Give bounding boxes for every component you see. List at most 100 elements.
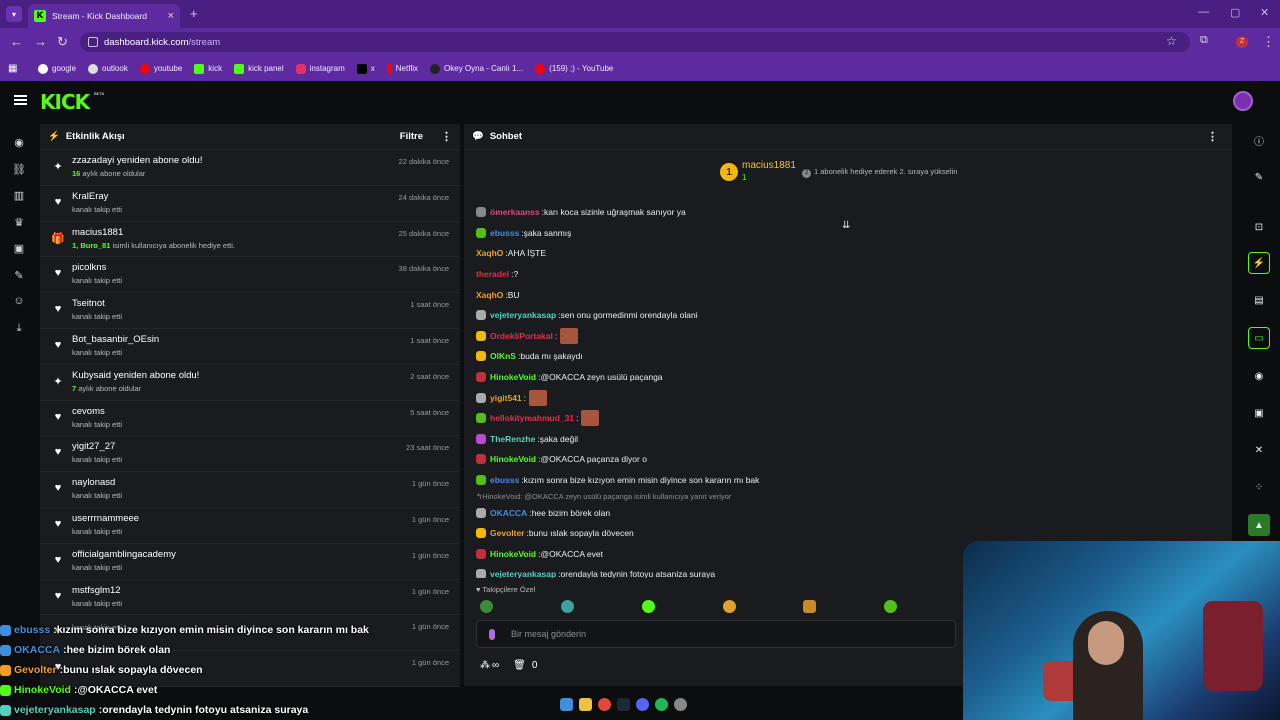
- forward-icon[interactable]: →: [34, 34, 47, 49]
- analytics-icon[interactable]: ▥: [12, 189, 26, 202]
- chat-username[interactable]: theradel: [476, 269, 509, 279]
- chat-username[interactable]: OlKnS: [490, 351, 516, 361]
- chat-username[interactable]: yigit541: [490, 393, 522, 403]
- menu-icon[interactable]: [14, 95, 27, 105]
- discord-icon[interactable]: [636, 697, 649, 711]
- file-explorer-icon[interactable]: [579, 697, 592, 711]
- chat-message[interactable]: ebusss: şaka sanmış: [476, 223, 1216, 244]
- chat-username[interactable]: Gevolter: [490, 528, 525, 538]
- emote-icon[interactable]: [642, 600, 655, 613]
- activity-event[interactable]: ♥ officialgamblingacademy kanalı takip ett…: [40, 544, 460, 580]
- chat-message[interactable]: vejeteryankasap: sen onu gormedinmi oren…: [476, 305, 1216, 326]
- chat-username[interactable]: XaqhO: [476, 290, 503, 300]
- tools-icon[interactable]: ✕: [1248, 439, 1270, 461]
- broadcast-status-icon[interactable]: ◉: [1248, 365, 1270, 387]
- bookmark-x[interactable]: x: [356, 63, 375, 74]
- chat-username[interactable]: ebusss: [490, 228, 519, 238]
- game-thumbnail[interactable]: ▲: [1248, 514, 1270, 536]
- integrations-icon[interactable]: ⁘: [1248, 476, 1270, 498]
- broadcast-icon[interactable]: ◉: [12, 136, 26, 149]
- chat-username[interactable]: OrdekliPortakal: [490, 331, 553, 341]
- close-window-icon[interactable]: ✕: [1260, 6, 1269, 19]
- windows-start-icon[interactable]: [560, 697, 573, 711]
- video-icon[interactable]: ▣: [12, 242, 26, 255]
- bolt-toggle-icon[interactable]: ⚡: [1248, 252, 1270, 274]
- chat-username[interactable]: ebusss: [490, 475, 519, 485]
- bookmark-star-icon[interactable]: ☆: [1166, 34, 1177, 48]
- info-icon[interactable]: ⓘ: [1248, 129, 1270, 151]
- edit-icon[interactable]: ✎: [1248, 166, 1270, 188]
- kick-logo[interactable]: KICK: [40, 90, 90, 114]
- activity-event[interactable]: ♥ Tseitnot kanalı takip etti 1 saat önce: [40, 293, 460, 329]
- layers-icon[interactable]: ▣: [1248, 402, 1270, 424]
- user-avatar[interactable]: [1233, 91, 1253, 111]
- bookmark-youtube-2[interactable]: (159) ;) - YouTube: [535, 63, 613, 74]
- chat-username[interactable]: HinokeVoid: [490, 549, 536, 559]
- chat-username[interactable]: hellokitymahmud_31: [490, 413, 574, 423]
- activity-more-icon[interactable]: ⋮: [441, 130, 452, 143]
- download-icon[interactable]: ⤓: [12, 322, 26, 335]
- browser-tab[interactable]: K Stream - Kick Dashboard ×: [28, 4, 180, 28]
- new-tab-button[interactable]: +: [190, 6, 198, 21]
- activity-event[interactable]: 🎁 macius1881 1, Buro_81 isimli kullanıcıya…: [40, 222, 460, 258]
- close-tab-icon[interactable]: ×: [168, 10, 174, 22]
- link-icon[interactable]: ⛓: [12, 163, 26, 176]
- bookmark-outlook[interactable]: outlook: [88, 63, 128, 74]
- chat-more-icon[interactable]: ⋮: [1207, 130, 1218, 143]
- chat-message[interactable]: HinokeVoid: @OKACCA zeyn usülü paçanga: [476, 367, 1216, 388]
- activity-event[interactable]: ♥ yigit27_27 kanalı takip etti 23 saat önce: [40, 436, 460, 473]
- emote-icon[interactable]: [884, 600, 897, 613]
- bookmark-youtube[interactable]: youtube: [139, 63, 182, 74]
- chat-input[interactable]: Bir mesaj gönderin: [476, 620, 956, 648]
- chat-message[interactable]: OrdekliPortakal:: [476, 326, 1216, 347]
- chat-username[interactable]: vejeteryankasap: [490, 569, 556, 578]
- chat-username[interactable]: HinokeVoid: [490, 454, 536, 464]
- extensions-icon[interactable]: ⧉: [1200, 34, 1208, 47]
- chat-message[interactable]: ebusss: kızım sonra bize kızıyon emin mi…: [476, 470, 1216, 491]
- emote-icon[interactable]: [723, 600, 736, 613]
- chat-message[interactable]: ömerkaanss: karı koca sizinle uğraşmak s…: [476, 202, 1216, 223]
- obs-icon[interactable]: [674, 697, 687, 711]
- bookmark-kick[interactable]: kick: [194, 63, 222, 74]
- browser-menu-icon[interactable]: ⋮: [1262, 34, 1275, 50]
- reload-icon[interactable]: ↻: [57, 34, 68, 50]
- notes-icon[interactable]: ▤: [1248, 289, 1270, 311]
- activity-event[interactable]: ♥ mstfsglm12 kanalı takip etti 1 gün önce: [40, 580, 460, 616]
- chat-username[interactable]: HinokeVoid: [490, 372, 536, 382]
- activity-event[interactable]: ♥ picolkns kanalı takip etti 38 dakika önce: [40, 257, 460, 294]
- chat-username[interactable]: vejeteryankasap: [490, 310, 556, 320]
- activity-event[interactable]: ♥ cevoms kanalı takip etti 5 saat önce: [40, 401, 460, 437]
- chat-username[interactable]: ömerkaanss: [490, 207, 540, 217]
- chat-message[interactable]: theradel: ?: [476, 264, 1216, 285]
- profile-avatar[interactable]: Z: [1236, 36, 1248, 48]
- activity-event[interactable]: ♥ userrrnammeee kanalı takip etti 1 gün önc…: [40, 508, 460, 544]
- chat-message[interactable]: hellokitymahmud_31:: [476, 408, 1216, 429]
- chat-message[interactable]: HinokeVoid: @OKACCA paçanza diyor o: [476, 449, 1216, 470]
- bookmark-kick-panel[interactable]: kick panel: [234, 63, 284, 74]
- filter-button[interactable]: Filtre: [400, 131, 423, 142]
- bookmark-netflix[interactable]: Netflix: [386, 63, 418, 74]
- steam-icon[interactable]: [617, 697, 630, 711]
- chat-message[interactable]: yigit541:: [476, 387, 1216, 408]
- site-info-icon[interactable]: [88, 37, 98, 47]
- emote-icon[interactable]: [803, 600, 816, 613]
- bookmark-google[interactable]: google: [38, 63, 76, 74]
- emote-icon[interactable]: [561, 600, 574, 613]
- spotify-icon[interactable]: [655, 697, 668, 711]
- emote-icon[interactable]: [480, 600, 493, 613]
- chat-username[interactable]: OKACCA: [490, 508, 527, 518]
- minimize-icon[interactable]: —: [1198, 6, 1209, 18]
- chat-username[interactable]: XaqhO: [476, 248, 503, 258]
- screen-icon[interactable]: ⊡: [1248, 216, 1270, 238]
- activity-event[interactable]: ♥ Bot_basanbir_OEsin kanalı takip etti 1 sa…: [40, 329, 460, 365]
- chat-toggle-icon[interactable]: ▭: [1248, 327, 1270, 349]
- chat-message[interactable]: TheRenzhe: şaka değil: [476, 429, 1216, 450]
- chat-message[interactable]: OlKnS: buda mı şakaydı: [476, 346, 1216, 367]
- tab-search-button[interactable]: ▾: [6, 6, 22, 22]
- maximize-icon[interactable]: ▢: [1230, 6, 1240, 19]
- activity-event[interactable]: ♥ KralEray kanalı takip etti 24 dakika önce: [40, 186, 460, 222]
- chat-message[interactable]: XaqhO: BU: [476, 284, 1216, 305]
- bookmark-instagram[interactable]: instagram: [295, 63, 345, 74]
- chat-message[interactable]: OKACCA: hee bizim börek olan: [476, 502, 1216, 523]
- trophy-icon[interactable]: ♛: [12, 216, 26, 229]
